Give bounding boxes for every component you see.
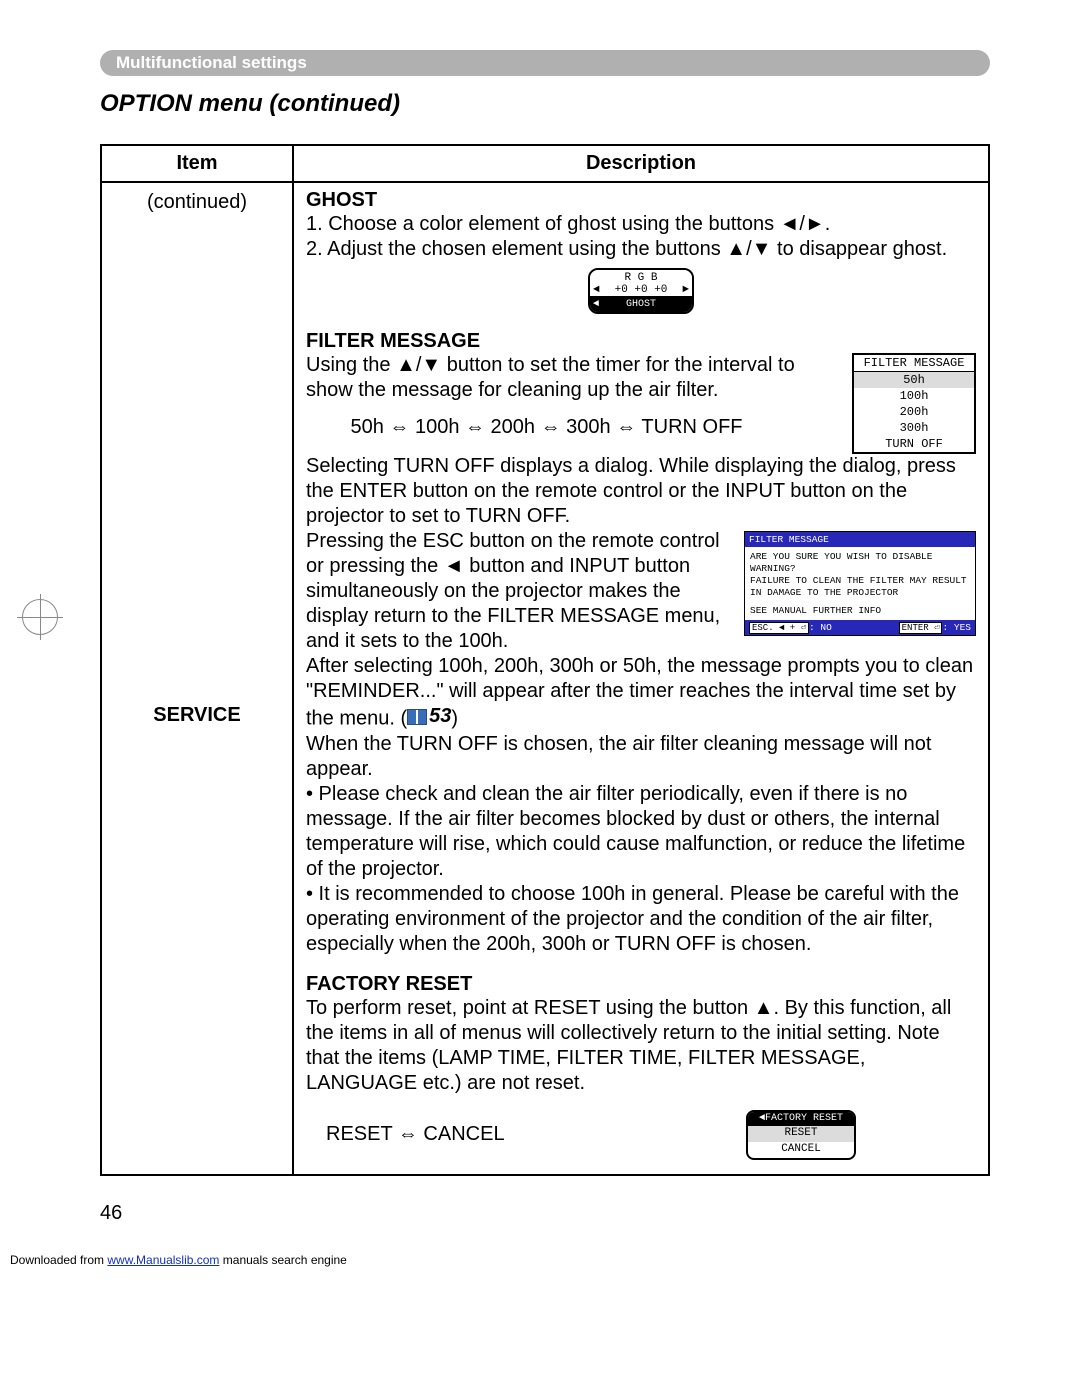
warning-line: FAILURE TO CLEAN THE FILTER MAY RESULT I… bbox=[750, 575, 970, 599]
filter-list-option: 100h bbox=[854, 388, 974, 404]
warning-line: ARE YOU SURE YOU WISH TO DISABLE WARNING… bbox=[750, 551, 970, 575]
filter-paragraph-7: • It is recommended to choose 100h in ge… bbox=[306, 882, 976, 957]
filter-list-option: 50h bbox=[854, 372, 974, 388]
text: ⇔ 100h ⇔ 200h ⇔ 300h ⇔ TURN OFF bbox=[389, 416, 742, 438]
up-down-arrow-glyph: ▲/▼ bbox=[726, 238, 771, 260]
item-cell: (continued) SERVICE bbox=[101, 182, 293, 1175]
text: : NO bbox=[809, 622, 832, 633]
warning-footer: ESC. ◄ + ⏎: NO ENTER ⏎: YES bbox=[745, 620, 975, 635]
description-cell: GHOST 1. Choose a color element of ghost… bbox=[293, 182, 989, 1175]
left-arrow-icon: ◄ bbox=[593, 284, 600, 296]
download-footer: Downloaded from www.Manualslib.com manua… bbox=[0, 1245, 1080, 1275]
text: 50h bbox=[306, 416, 389, 438]
up-down-arrow-glyph: ▲/▼ bbox=[396, 354, 441, 376]
text: 1. Choose a color element of ghost using… bbox=[306, 213, 780, 235]
document-page: Multifunctional settings OPTION menu (co… bbox=[0, 0, 1080, 1245]
col-header-item: Item bbox=[101, 145, 293, 182]
filter-paragraph-2: Selecting TURN OFF displays a dialog. Wh… bbox=[306, 454, 976, 529]
left-arrow-icon: ◄ bbox=[593, 299, 599, 310]
ghost-line-2: 2. Adjust the chosen element using the b… bbox=[306, 237, 976, 262]
text: Using the bbox=[306, 354, 396, 376]
text: ) bbox=[451, 708, 458, 730]
ghost-osd-values: +0 +0 +0 bbox=[615, 284, 668, 296]
ref-number: 53 bbox=[429, 704, 451, 729]
option-menu-table: Item Description (continued) SERVICE GHO… bbox=[100, 144, 990, 1176]
text: GHOST bbox=[626, 299, 656, 310]
filter-list-option: 200h bbox=[854, 404, 974, 420]
factory-reset-option-chain: RESET ⇔ CANCEL bbox=[326, 1122, 505, 1147]
left-arrow-glyph: ◄ bbox=[444, 555, 464, 577]
page-number: 46 bbox=[100, 1202, 990, 1225]
section-header-pill: Multifunctional settings bbox=[100, 50, 990, 76]
factory-reset-osd: ◄FACTORY RESET RESET CANCEL bbox=[746, 1110, 856, 1160]
service-label: SERVICE bbox=[103, 704, 291, 727]
ghost-line-1: 1. Choose a color element of ghost using… bbox=[306, 212, 976, 237]
factory-reset-osd-option: RESET bbox=[748, 1126, 854, 1142]
text: Downloaded from bbox=[10, 1253, 107, 1267]
filter-warning-dialog: FILTER MESSAGE ARE YOU SURE YOU WISH TO … bbox=[744, 531, 976, 636]
filter-list-title: FILTER MESSAGE bbox=[854, 355, 974, 372]
ghost-osd-graphic: R G B ◄ +0 +0 +0 ► ◄ GHOST bbox=[588, 268, 694, 314]
factory-reset-osd-title: ◄FACTORY RESET bbox=[748, 1112, 854, 1127]
book-icon bbox=[407, 709, 427, 725]
factory-reset-heading: FACTORY RESET bbox=[306, 973, 976, 996]
filter-message-heading: FILTER MESSAGE bbox=[306, 330, 976, 353]
left-right-arrow-glyph: ◄/►. bbox=[780, 213, 831, 235]
text: : YES bbox=[942, 622, 971, 633]
text: manuals search engine bbox=[219, 1253, 346, 1267]
warning-line: SEE MANUAL FURTHER INFO bbox=[750, 605, 970, 617]
ghost-osd-values-row: ◄ +0 +0 +0 ► bbox=[590, 284, 692, 296]
text: To perform reset, point at RESET using t… bbox=[306, 997, 754, 1019]
factory-reset-paragraph: To perform reset, point at RESET using t… bbox=[306, 996, 976, 1096]
filter-list-option: 300h bbox=[854, 420, 974, 436]
factory-reset-osd-option: CANCEL bbox=[748, 1142, 854, 1158]
filter-list-option: TURN OFF bbox=[854, 436, 974, 452]
filter-paragraph-5: When the TURN OFF is chosen, the air fil… bbox=[306, 732, 976, 782]
ghost-osd-label: ◄ GHOST bbox=[590, 298, 692, 312]
ghost-heading: GHOST bbox=[306, 189, 976, 212]
esc-key-label: ESC. ◄ + ⏎ bbox=[749, 622, 809, 634]
factory-reset-chain-row: RESET ⇔ CANCEL ◄FACTORY RESET RESET CANC… bbox=[306, 1110, 976, 1160]
filter-paragraph-6: • Please check and clean the air filter … bbox=[306, 782, 976, 882]
ghost-osd-rgb: R G B bbox=[590, 270, 692, 284]
filter-message-list-osd: FILTER MESSAGE 50h 100h 200h 300h TURN O… bbox=[852, 353, 976, 454]
filter-paragraph-4: After selecting 100h, 200h, 300h or 50h,… bbox=[306, 654, 976, 732]
manualslib-link[interactable]: www.Manualslib.com bbox=[107, 1253, 219, 1267]
manual-page-reference: 53 bbox=[407, 704, 451, 729]
col-header-description: Description bbox=[293, 145, 989, 182]
page-title: OPTION menu (continued) bbox=[100, 90, 990, 118]
warning-title: FILTER MESSAGE bbox=[745, 532, 975, 547]
text: After selecting 100h, 200h, 300h or 50h,… bbox=[306, 655, 973, 730]
right-arrow-icon: ► bbox=[682, 284, 689, 296]
continued-label: (continued) bbox=[147, 191, 247, 213]
enter-key-label: ENTER ⏎ bbox=[899, 622, 943, 634]
up-arrow-glyph: ▲ bbox=[754, 997, 774, 1019]
text: 2. Adjust the chosen element using the b… bbox=[306, 238, 726, 260]
text: to disappear ghost. bbox=[771, 238, 947, 260]
